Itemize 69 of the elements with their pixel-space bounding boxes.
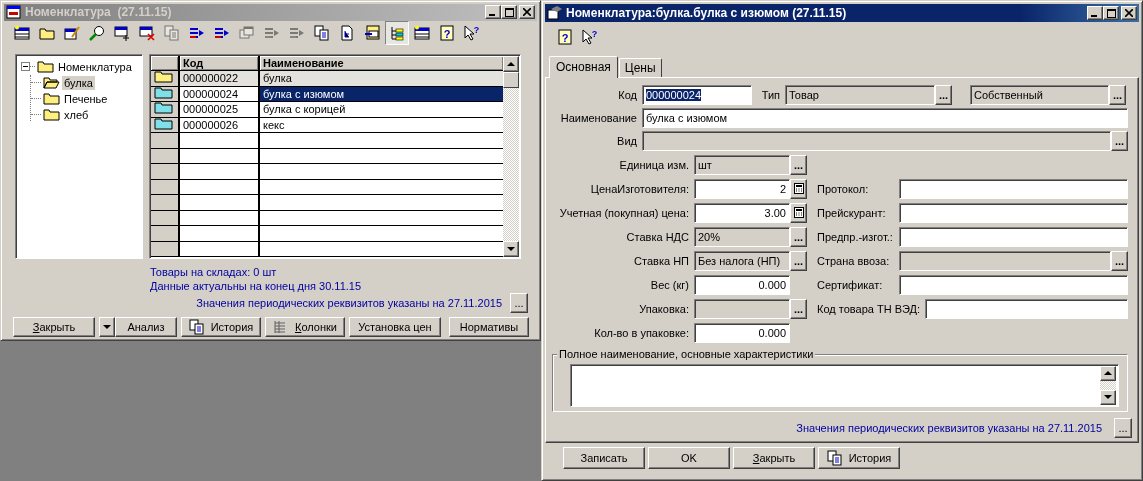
action-button[interactable]: Нормативы xyxy=(449,317,529,337)
tree-item[interactable]: Печенье xyxy=(62,91,110,106)
select-button[interactable]: ... xyxy=(1111,130,1128,151)
tab[interactable]: Основная xyxy=(549,56,618,78)
tab[interactable]: Цены xyxy=(618,58,662,77)
table-cell[interactable]: кекс xyxy=(260,117,503,132)
action-button[interactable]: Закрыть xyxy=(13,317,95,337)
tree-item[interactable]: Номенклатура xyxy=(56,59,134,74)
field-label: ЦенаИзготовителя: xyxy=(589,182,690,195)
input-field[interactable]: 0.000 xyxy=(694,322,790,343)
select-button[interactable]: ... xyxy=(1109,84,1126,105)
table-cell[interactable]: булка xyxy=(260,71,503,86)
action-button[interactable]: История xyxy=(818,447,900,469)
select-button[interactable]: ... xyxy=(790,226,807,247)
input-field[interactable]: 2 xyxy=(694,178,790,199)
field-label: Кол-во в упаковке: xyxy=(593,326,690,339)
action-button[interactable]: Анализ xyxy=(115,317,177,337)
field-label: Ставка НП xyxy=(633,254,690,267)
origin-field[interactable]: Собственный xyxy=(970,84,1109,105)
table-cell: 000000026 xyxy=(180,117,260,132)
field-label: Код xyxy=(617,88,638,101)
name-field[interactable]: булка с изюмом xyxy=(642,107,1128,128)
select-button[interactable]: ... xyxy=(790,250,807,271)
action-button[interactable]: Записать xyxy=(563,447,645,469)
field-label: Код товара ТН ВЭД: xyxy=(816,302,922,315)
column-header[interactable]: Код xyxy=(180,55,260,70)
select-button[interactable]: ... xyxy=(935,84,952,105)
field-label: Тип xyxy=(760,88,781,101)
table-cell: 000000025 xyxy=(180,102,260,117)
field-label: Наименование xyxy=(559,111,638,124)
field-label: Единица изм. xyxy=(618,158,690,171)
periodic-note: Значения периодических реквизитов указаны на 27.11.2015 xyxy=(796,421,1102,435)
field-label: Предпр.-изгот.: xyxy=(816,230,894,243)
window-title: Номенклатура:булка.булка с изюмом (27.11.15) xyxy=(566,6,848,20)
table-cell[interactable]: булка с корицей xyxy=(260,102,503,117)
info-text: Данные актуальны на конец дня 30.11.15 xyxy=(150,279,363,293)
field-label: Прейскурант: xyxy=(816,206,887,219)
action-button[interactable]: История xyxy=(181,317,261,337)
input-field[interactable]: шт xyxy=(694,154,790,175)
info-text: Товары на складах: 0 шт xyxy=(150,265,278,279)
field-label: Учетная (покупная) цена: xyxy=(558,206,690,219)
action-button[interactable]: OK xyxy=(648,447,730,469)
input-field[interactable]: 20% xyxy=(694,226,790,247)
input-field[interactable]: Без налога (НП) xyxy=(694,250,790,271)
field-label: Ставка НДС xyxy=(625,230,690,243)
field-label: Сертификат: xyxy=(816,278,884,291)
field-label: Вид xyxy=(616,134,638,147)
select-button[interactable]: ... xyxy=(1111,250,1128,271)
periodic-note: Значения периодических реквизитов указаны на 27.11.2015 xyxy=(196,296,502,310)
type-field[interactable]: Товар xyxy=(785,84,935,105)
tree-item[interactable]: хлеб xyxy=(62,107,91,122)
input-field[interactable]: 3.00 xyxy=(694,202,790,223)
more-button[interactable]: ... xyxy=(510,293,528,313)
action-button[interactable]: Колонки xyxy=(265,317,345,337)
input-field[interactable]: 0.000 xyxy=(694,274,790,295)
code-field[interactable]: 000000024 xyxy=(642,84,752,105)
select-button[interactable]: ... xyxy=(790,298,807,319)
tree-item[interactable]: булка xyxy=(62,75,95,90)
field-label: Вес (кг) xyxy=(649,278,690,291)
field-label: Страна ввоза: xyxy=(816,254,891,267)
table-cell: 000000022 xyxy=(180,71,260,86)
field-label: Упаковка: xyxy=(638,302,690,315)
field-label: Протокол: xyxy=(816,182,870,195)
select-button[interactable]: ... xyxy=(790,154,807,175)
action-button[interactable]: Закрыть xyxy=(733,447,815,469)
column-header[interactable]: Наименование xyxy=(260,55,503,70)
more-button[interactable]: ... xyxy=(1114,418,1132,438)
window-title: Номенклатура (27.11.15) xyxy=(25,5,173,20)
action-button[interactable]: Установка цен xyxy=(349,317,441,337)
